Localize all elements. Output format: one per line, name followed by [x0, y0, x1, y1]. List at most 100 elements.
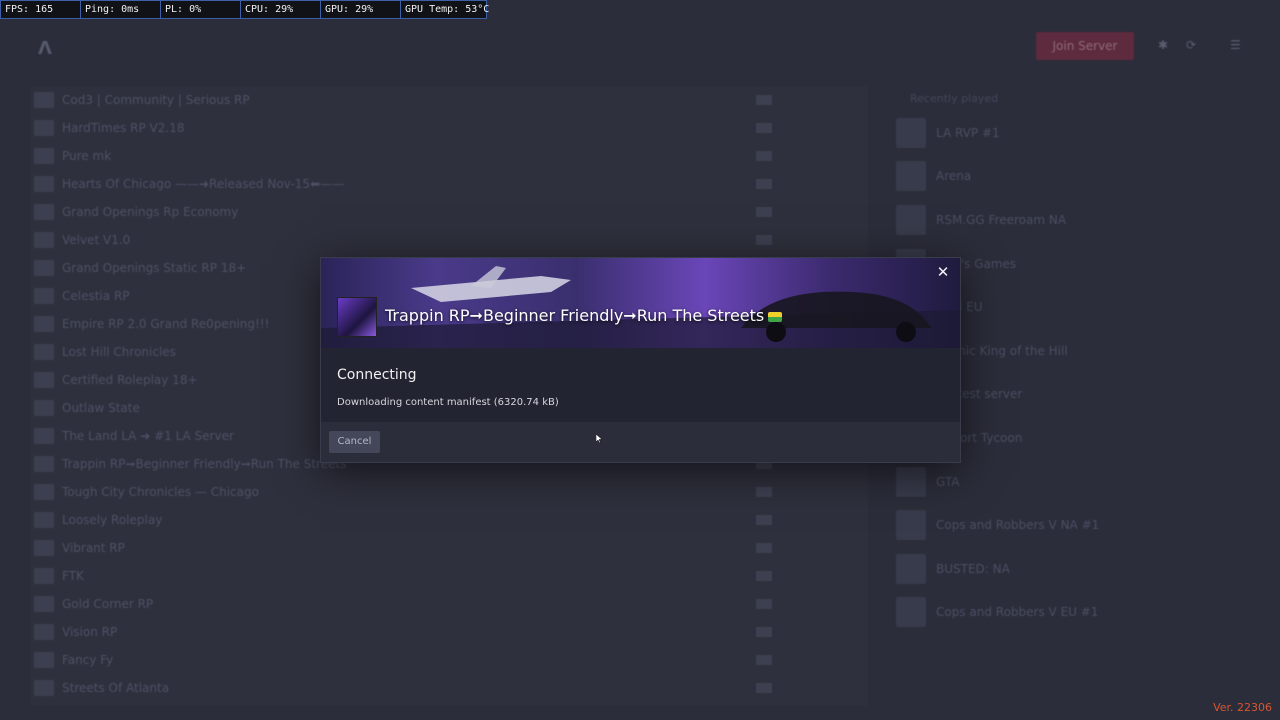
server-icon: [34, 92, 54, 108]
history-item-name: BUSTED: NA: [936, 561, 1010, 576]
server-title: Trappin RP➞Beginner Friendly➞Run The Str…: [385, 306, 783, 325]
server-name: Certified Roleplay 18+: [62, 373, 198, 387]
server-name: Velvet V1.0: [62, 233, 131, 247]
server-name: Hearts Of Chicago ——➜Released Nov-15⬅——: [62, 177, 345, 191]
stat-item: FPS: 165: [1, 1, 81, 18]
flag-icon: [756, 515, 772, 525]
history-item[interactable]: BUSTED: NA: [890, 547, 1250, 591]
server-name: Tough City Chronicles — Chicago: [62, 485, 259, 499]
connection-status-detail: Downloading content manifest (6320.74 kB…: [337, 397, 559, 408]
flag-icon: [756, 683, 772, 693]
server-name: Vision RP: [62, 625, 118, 639]
flag-icon: [756, 543, 772, 553]
connection-status-title: Connecting: [337, 367, 417, 383]
server-name: Grand Openings Static RP 18+: [62, 261, 247, 275]
server-icon: [34, 400, 54, 416]
flag-icon: [756, 599, 772, 609]
history-item-name: LA RVP #1: [936, 125, 1000, 140]
server-icon: [34, 120, 54, 136]
connecting-dialog: ✕ Trappin RP➞Beginner Friendly➞Run The S…: [320, 257, 961, 463]
top-bar: Λ Join Server ✱ ⟳ ☰: [0, 28, 1280, 68]
stat-item: PL: 0%: [161, 1, 241, 18]
history-item-name: Arena: [936, 169, 972, 184]
server-row[interactable]: Loosely Roleplay: [30, 506, 868, 534]
server-row[interactable]: Cod3 | Community | Serious RP: [30, 86, 868, 114]
flag-icon: [756, 627, 772, 637]
stat-item: Ping: 0ms: [81, 1, 161, 18]
server-icon: [896, 597, 926, 628]
settings-icon[interactable]: ✱: [1158, 38, 1172, 52]
server-name: Vibrant RP: [62, 541, 125, 555]
server-name: The Land LA ➜ #1 LA Server: [62, 429, 234, 443]
server-icon: [34, 344, 54, 360]
cancel-button[interactable]: Cancel: [329, 431, 380, 453]
history-item[interactable]: LA RVP #1: [890, 111, 1250, 155]
history-item[interactable]: Arena: [890, 155, 1250, 199]
server-name: Pure mk: [62, 149, 112, 163]
server-name: Fancy Fy: [62, 653, 114, 667]
history-item[interactable]: RSM.GG Freeroam NA: [890, 198, 1250, 242]
server-row[interactable]: Streets Of Atlanta: [30, 674, 868, 702]
flag-icon: [756, 207, 772, 217]
flag-icon: [756, 151, 772, 161]
server-name: Gold Corner RP: [62, 597, 154, 611]
server-icon: [34, 624, 54, 640]
flag-icon: [756, 655, 772, 665]
server-row[interactable]: Vibrant RP: [30, 534, 868, 562]
flag-emoji-icon: [768, 311, 783, 322]
server-icon: [34, 568, 54, 584]
server-row[interactable]: Fancy Fy: [30, 646, 868, 674]
server-row[interactable]: Velvet V1.0: [30, 226, 868, 254]
server-icon: [34, 372, 54, 388]
server-name: Celestia RP: [62, 289, 130, 303]
history-item-name: Cops and Robbers V NA #1: [936, 518, 1100, 533]
close-icon[interactable]: ✕: [934, 263, 952, 281]
server-banner: ✕ Trappin RP➞Beginner Friendly➞Run The S…: [321, 258, 960, 348]
server-row[interactable]: Vision RP: [30, 618, 868, 646]
banner-art: [321, 266, 960, 348]
flag-icon: [756, 487, 772, 497]
server-name: FTK: [62, 569, 84, 583]
server-icon: [34, 456, 54, 472]
join-server-button[interactable]: Join Server: [1036, 32, 1134, 60]
flag-icon: [756, 95, 772, 105]
history-item-name: RSM.GG Freeroam NA: [936, 212, 1067, 227]
menu-icon[interactable]: ☰: [1230, 38, 1244, 52]
server-name: Trappin RP➞Beginner Friendly➞Run The Str…: [62, 457, 347, 471]
server-name: Cod3 | Community | Serious RP: [62, 93, 250, 107]
server-icon: [34, 484, 54, 500]
server-name: HardTimes RP V2.18: [62, 121, 185, 135]
server-icon: [34, 176, 54, 192]
flag-icon: [756, 571, 772, 581]
server-name: Outlaw State: [62, 401, 140, 415]
server-row[interactable]: Hearts Of Chicago ——➜Released Nov-15⬅——: [30, 170, 868, 198]
app-logo-icon: Λ: [38, 38, 52, 59]
server-row[interactable]: HardTimes RP V2.18: [30, 114, 868, 142]
server-row[interactable]: Tough City Chronicles — Chicago: [30, 478, 868, 506]
server-icon: [34, 316, 54, 332]
flag-icon: [756, 123, 772, 133]
history-item[interactable]: GTA: [890, 460, 1250, 504]
dialog-footer: Cancel: [321, 422, 960, 462]
server-name: Grand Openings Rp Economy: [62, 205, 239, 219]
history-item-name: GTA: [936, 474, 960, 489]
history-item[interactable]: Cops and Robbers V NA #1: [890, 503, 1250, 547]
server-name: Streets Of Atlanta: [62, 681, 170, 695]
stat-item: CPU: 29%: [241, 1, 321, 18]
server-icon: [34, 148, 54, 164]
server-icon: [896, 510, 926, 541]
stat-item: GPU: 29%: [321, 1, 401, 18]
server-icon: [34, 428, 54, 444]
server-row[interactable]: Pure mk: [30, 142, 868, 170]
history-item-name: Cops and Robbers V EU #1: [936, 605, 1099, 620]
server-icon: [896, 117, 926, 148]
refresh-icon[interactable]: ⟳: [1186, 38, 1200, 52]
server-icon: [34, 680, 54, 696]
server-row[interactable]: Grand Openings Rp Economy: [30, 198, 868, 226]
history-item[interactable]: Cops and Robbers V EU #1: [890, 591, 1250, 635]
server-name: Loosely Roleplay: [62, 513, 163, 527]
server-row[interactable]: FTK: [30, 562, 868, 590]
server-row[interactable]: Gold Corner RP: [30, 590, 868, 618]
server-icon: [34, 652, 54, 668]
server-icon: [34, 596, 54, 612]
